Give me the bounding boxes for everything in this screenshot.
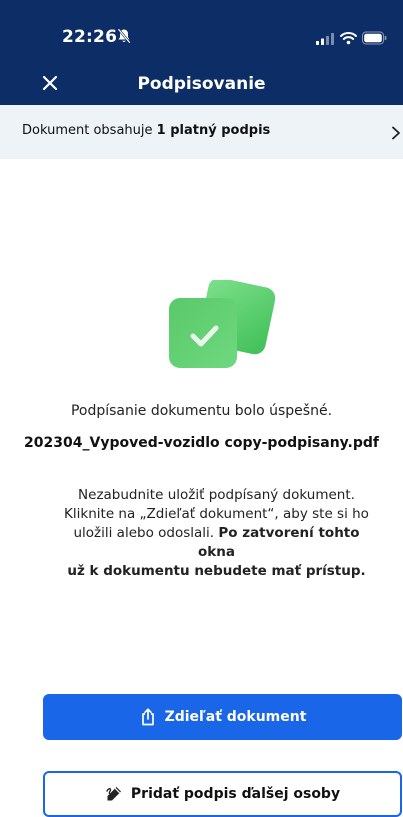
save-reminder-text: Nezabudnite uložiť podpísaný dokument. K… [60, 486, 373, 581]
nav-bar: Podpisovanie [0, 62, 403, 105]
signature-pen-icon [106, 787, 121, 801]
status-time: 22:26 [62, 27, 118, 47]
note-line-2: Kliknite na „Zdieľať dokument“, aby ste … [64, 506, 369, 522]
signature-info-banner[interactable]: Dokument obsahuje 1 platný podpis [0, 105, 403, 159]
add-signature-button[interactable]: Pridať podpis ďalšej osoby [43, 771, 402, 817]
wifi-icon [340, 32, 357, 45]
battery-icon [362, 31, 387, 45]
page-title: Podpisovanie [137, 74, 266, 94]
success-message: Podpísanie dokumentu bolo úspešné. [70, 403, 333, 419]
share-icon [141, 708, 154, 726]
signal-icon [316, 33, 334, 45]
signature-info-text: Dokument obsahuje 1 platný podpis [22, 123, 270, 138]
share-document-label: Zdieľať dokument [164, 709, 307, 725]
document-filename: 202304_Vypoved-vozidlo copy-podpisany.pd… [24, 435, 379, 451]
note-line-3: uložili alebo odoslali. [73, 525, 219, 541]
note-line-1: Nezabudnite uložiť podpísaný dokument. [78, 487, 355, 503]
chevron-right-icon [392, 126, 400, 140]
add-signature-label: Pridať podpis ďalšej osoby [130, 786, 341, 802]
share-document-button[interactable]: Zdieľať dokument [43, 694, 402, 740]
signature-count: 1 platný podpis [156, 123, 271, 138]
bell-slash-icon [117, 28, 131, 44]
success-documents-icon [169, 280, 275, 368]
note-warning-2: už k dokumentu nebudete mať prístup. [67, 563, 366, 579]
signature-info-prefix: Dokument obsahuje [22, 123, 157, 138]
status-bar: 22:26 [0, 0, 403, 62]
header: 22:26 Podpisovanie [0, 0, 403, 105]
note-warning-1: Po zatvorení tohto okna [198, 525, 360, 560]
